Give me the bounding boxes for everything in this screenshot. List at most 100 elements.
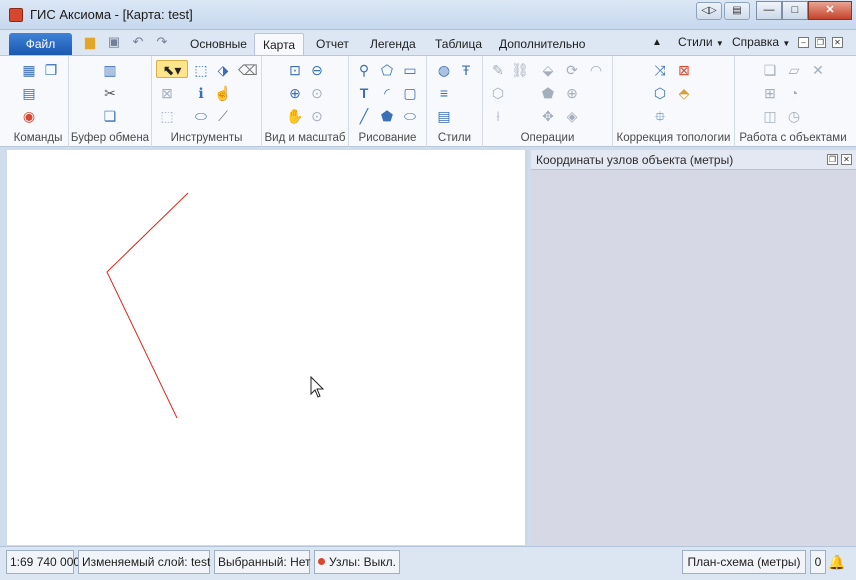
- ruler-icon[interactable]: ⟋: [214, 107, 232, 125]
- group-label: Инструменты: [170, 132, 243, 144]
- open-folder-icon[interactable]: ▆: [81, 34, 99, 50]
- rotate-icon: ⟳: [566, 62, 578, 78]
- topology-nodes-icon[interactable]: ⬡: [651, 84, 669, 102]
- projection-field[interactable]: План-схема (метры): [682, 550, 806, 574]
- line-icon[interactable]: ╱: [355, 107, 373, 125]
- line-style-icon[interactable]: ≡: [435, 84, 453, 102]
- move-icon: ✥: [542, 108, 554, 124]
- map-polyline[interactable]: [106, 192, 189, 419]
- map-drawing: [106, 192, 325, 419]
- document-icon[interactable]: ▤: [20, 84, 38, 102]
- minimize-button[interactable]: —: [756, 1, 782, 20]
- styles-menu[interactable]: Стили ▼: [678, 35, 724, 49]
- text-style-icon[interactable]: Ŧ: [457, 61, 475, 79]
- select-by-object-icon[interactable]: ⬗: [214, 61, 232, 79]
- group-styles: ◍ Ŧ ≡ ▤ Стили: [427, 56, 483, 147]
- buffer-icon: ⊕: [566, 85, 578, 101]
- select-region-icon[interactable]: ⬚: [192, 61, 210, 79]
- nodes-label: Узлы: Выкл.: [329, 555, 396, 569]
- redo-icon[interactable]: ↷: [153, 34, 171, 50]
- tab-legend[interactable]: Легенда: [368, 33, 418, 55]
- area-style-icon[interactable]: ▤: [435, 107, 453, 125]
- undo-icon[interactable]: ↶: [129, 34, 147, 50]
- tab-main[interactable]: Основные: [188, 33, 249, 55]
- eraser-icon[interactable]: ⌫: [238, 61, 258, 79]
- zoom-in-icon[interactable]: ⊕: [286, 84, 304, 102]
- style-picker-icon[interactable]: ◍: [435, 61, 453, 79]
- ribbon: ▦ ❐ ▤ ◉ Команды ▥ ✂ ❏ Буфер обмена ⬉▾ ⬚ …: [0, 55, 856, 147]
- group-label: Коррекция топологии: [616, 132, 731, 144]
- panel-close-icon[interactable]: ✕: [841, 154, 852, 165]
- tab-table[interactable]: Таблица: [433, 33, 484, 55]
- arc-icon[interactable]: ◜: [378, 84, 396, 102]
- group-objects: ❏ ▱ ✕ ⊞ ◔ ◫ ◷ Работа с объектами: [735, 56, 851, 147]
- editable-layer-field[interactable]: Изменяемый слой: test: [78, 550, 210, 574]
- tab-additional[interactable]: Дополнительно: [497, 33, 587, 55]
- tab-map[interactable]: Карта: [254, 33, 305, 55]
- object-clock-icon: ◷: [787, 108, 801, 124]
- doc-restore-icon[interactable]: ❐: [815, 37, 826, 48]
- map-icon[interactable]: ▦: [20, 61, 38, 79]
- group-drawing: ⚲ ⬠ ▭ T ◜ ▢ ╱ ⬟ ⬭ Рисование: [349, 56, 427, 147]
- object-copy-icon: ❏: [763, 62, 777, 78]
- zoom-out-icon[interactable]: ⊖: [308, 61, 326, 79]
- nodes-toggle[interactable]: Узлы: Выкл.: [314, 550, 400, 574]
- save-layout-button[interactable]: ▤: [724, 2, 750, 20]
- ribbon-tabs: Файл ▆ ▣ ↶ ↷ Основные Карта Отчет Легенд…: [0, 30, 856, 55]
- zoom-layer-icon: ⊙: [311, 85, 323, 101]
- select-pointer-icon[interactable]: ⬉▾: [156, 60, 188, 78]
- group-topology: ⤨ ⊠ ⬡ ⬘ ⯐ Коррекция топологии: [613, 56, 735, 147]
- ellipse-icon[interactable]: ⬭: [401, 107, 419, 125]
- group-label: Работа с объектами: [739, 132, 847, 144]
- hand-pointer-icon[interactable]: ☝: [214, 84, 232, 102]
- styles-menu-label: Стили: [678, 35, 713, 49]
- group-label: Буфер обмена: [70, 132, 150, 144]
- label-tool-icon[interactable]: ⬭: [192, 107, 210, 125]
- polygon-icon[interactable]: ⬠: [378, 61, 396, 79]
- topology-snap-icon[interactable]: ⯐: [651, 107, 669, 125]
- status-dot-icon: [318, 558, 325, 565]
- info-icon[interactable]: ℹ: [192, 84, 210, 102]
- topology-delete-icon[interactable]: ⊠: [675, 61, 693, 79]
- selected-field[interactable]: Выбранный: Нет: [214, 550, 311, 574]
- doc-close-icon[interactable]: ✕: [832, 37, 843, 48]
- copy-icon[interactable]: ❏: [101, 107, 119, 125]
- object-remove-icon: ✕: [812, 62, 824, 78]
- text-icon[interactable]: T: [355, 84, 373, 102]
- doc-minimize-icon[interactable]: –: [798, 37, 809, 48]
- group-label: Стили: [437, 132, 472, 144]
- rounded-rectangle-icon[interactable]: ▢: [401, 84, 419, 102]
- edit-pencil-icon: ✎: [492, 62, 504, 78]
- topology-check-icon[interactable]: ⤨: [651, 61, 669, 79]
- panel-header: Координаты узлов объекта (метры) ❐ ✕: [531, 150, 856, 170]
- help-menu-label: Справка: [732, 35, 780, 49]
- save-icon[interactable]: ▣: [105, 34, 123, 50]
- nav-button[interactable]: ◁▷: [696, 2, 722, 20]
- zoom-previous-icon[interactable]: ⊡: [286, 61, 304, 79]
- bell-icon[interactable]: 🔔: [828, 554, 845, 570]
- point-marker-icon[interactable]: ⚲: [355, 61, 373, 79]
- close-button[interactable]: ✕: [808, 1, 852, 20]
- chevron-down-icon: ▼: [782, 39, 791, 48]
- rectangle-icon[interactable]: ▭: [401, 61, 419, 79]
- object-mirror-icon: ◫: [763, 108, 777, 124]
- panel-float-icon[interactable]: ❐: [827, 154, 838, 165]
- notifications-count: 0: [810, 550, 826, 574]
- topology-fix-icon[interactable]: ⬘: [675, 84, 693, 102]
- help-menu[interactable]: Справка ▼: [732, 35, 790, 49]
- pentagon-icon[interactable]: ⬟: [378, 107, 396, 125]
- palette-icon[interactable]: ◉: [20, 107, 38, 125]
- group-label: Рисование: [358, 132, 417, 144]
- tab-report[interactable]: Отчет: [314, 33, 351, 55]
- collapse-ribbon-icon[interactable]: ▲: [652, 37, 662, 48]
- file-menu-button[interactable]: Файл: [9, 33, 72, 55]
- cut-icon[interactable]: ✂: [101, 84, 119, 102]
- combine-icon: ⬙: [542, 62, 554, 78]
- scale-field[interactable]: 1:69 740 000: [6, 550, 80, 574]
- windows-icon[interactable]: ❐: [42, 61, 60, 79]
- map-canvas[interactable]: [7, 150, 528, 545]
- maximize-button[interactable]: □: [782, 1, 808, 20]
- group-tools: ⬉▾ ⬚ ⬗ ⌫ ⊠ ℹ ☝ ⬚ ⬭ ⟋ Инструменты: [152, 56, 262, 147]
- pan-hand-icon[interactable]: ✋: [286, 107, 304, 125]
- paste-icon[interactable]: ▥: [101, 61, 119, 79]
